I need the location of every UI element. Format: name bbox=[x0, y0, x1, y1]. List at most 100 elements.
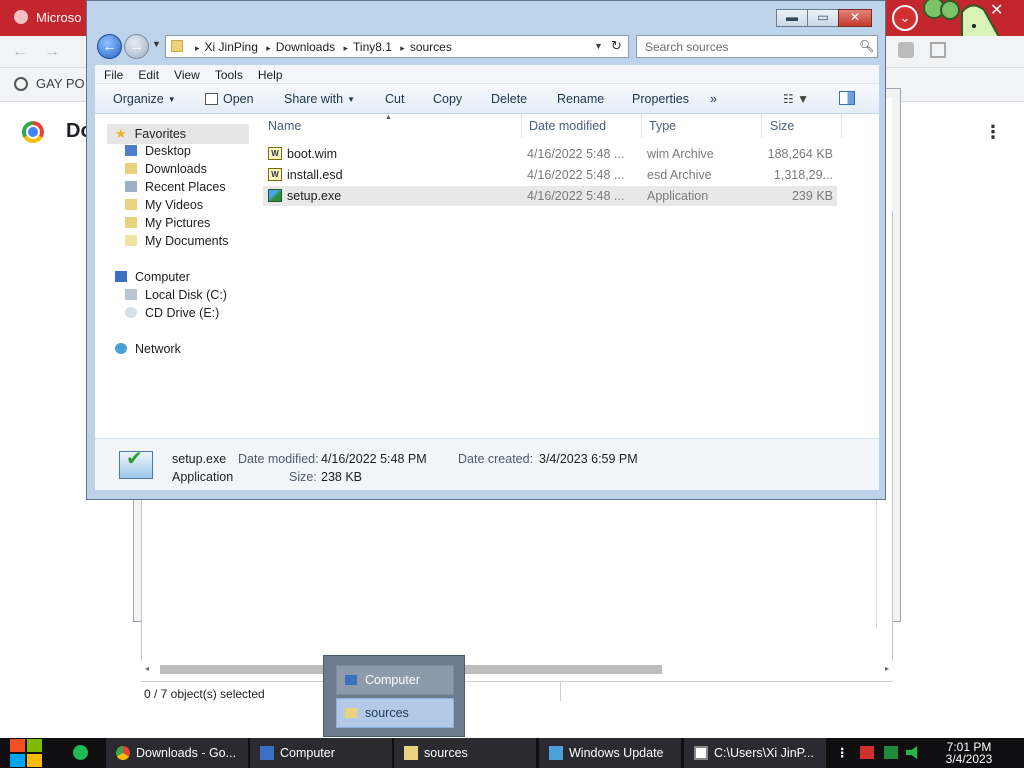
preview-pane-icon[interactable] bbox=[839, 91, 855, 105]
maximize-button[interactable]: ▭ bbox=[807, 9, 839, 27]
explorer-window[interactable]: ▬ ▭ ✕ ← → ▼ ▸ Xi JinPing ▸ Downloads ▸ Tiny8.… bbox=[86, 0, 886, 500]
minimize-button[interactable]: ▬ bbox=[776, 9, 808, 27]
chrome-back-button[interactable]: ← bbox=[12, 43, 28, 61]
menu-bar: File Edit View Tools Help bbox=[95, 65, 879, 84]
taskbar-item-label: Computer bbox=[280, 746, 335, 760]
network-icon[interactable] bbox=[884, 746, 898, 759]
bookmark-item[interactable]: GAY PO bbox=[14, 76, 85, 91]
status-text: 0 / 7 object(s) selected bbox=[144, 687, 265, 701]
menu-tools[interactable]: Tools bbox=[206, 65, 249, 82]
navigation-pane: ★ Favorites Desktop Downloads Recent Plac… bbox=[95, 114, 252, 438]
taskbar-item-chrome[interactable]: Downloads - Go... bbox=[106, 738, 248, 768]
column-header-type[interactable]: Type bbox=[649, 119, 676, 133]
taskbar-item-windows-update[interactable]: Windows Update bbox=[539, 738, 681, 768]
organize-button[interactable]: Organize ▼ bbox=[113, 92, 176, 106]
file-name: install.esd bbox=[287, 168, 343, 182]
column-header-date[interactable]: Date modified bbox=[529, 119, 606, 133]
menu-edit[interactable]: Edit bbox=[129, 65, 165, 82]
scroll-right-icon[interactable]: ▸ bbox=[885, 664, 889, 673]
taskbar-item-label: C:\Users\Xi JinP... bbox=[714, 746, 814, 760]
forward-arrow-icon: → bbox=[129, 38, 144, 54]
dropdown-caret-icon: ▼ bbox=[347, 95, 355, 104]
column-divider[interactable] bbox=[521, 114, 522, 138]
peek-item-sources[interactable]: sources bbox=[336, 698, 454, 728]
close-button[interactable]: ✕ bbox=[838, 9, 872, 27]
file-row[interactable]: W boot.wim 4/16/2022 5:48 ... wim Archiv… bbox=[263, 144, 837, 164]
chrome-forward-button[interactable]: → bbox=[44, 43, 60, 61]
scroll-left-icon[interactable]: ◂ bbox=[145, 664, 149, 673]
spotify-icon[interactable] bbox=[73, 745, 88, 760]
chrome-page-menu-button[interactable]: ⋮ bbox=[984, 122, 1002, 143]
file-row-selected[interactable]: setup.exe 4/16/2022 5:48 ... Application… bbox=[263, 186, 837, 206]
taskbar-clock[interactable]: 7:01 PM 3/4/2023 bbox=[940, 741, 998, 765]
sidebar-icon[interactable] bbox=[930, 42, 946, 58]
breadcrumb-item[interactable]: Xi JinPing bbox=[205, 40, 258, 54]
column-divider[interactable] bbox=[641, 114, 642, 138]
extensions-icon[interactable] bbox=[898, 42, 914, 58]
nav-label: Favorites bbox=[134, 127, 187, 141]
menu-view[interactable]: View bbox=[165, 65, 206, 82]
breadcrumb-separator[interactable]: ▸ bbox=[344, 43, 349, 53]
address-dropdown-icon[interactable]: ▼ bbox=[594, 41, 603, 51]
breadcrumb-separator[interactable]: ▸ bbox=[400, 43, 405, 53]
recent-locations-dropdown[interactable]: ▼ bbox=[152, 39, 161, 49]
search-input[interactable] bbox=[637, 36, 849, 57]
details-file-kind: Application bbox=[172, 470, 234, 484]
copy-button[interactable]: Copy bbox=[433, 92, 462, 106]
address-bar[interactable]: ▸ Xi JinPing ▸ Downloads ▸ Tiny8.1 ▸ sources… bbox=[165, 35, 629, 58]
menu-help[interactable]: Help bbox=[249, 65, 289, 82]
breadcrumb-item[interactable]: Tiny8.1 bbox=[353, 40, 392, 54]
nav-cd-drive[interactable]: CD Drive (E:) bbox=[125, 306, 219, 320]
delete-button[interactable]: Delete bbox=[491, 92, 527, 106]
nav-recent-places[interactable]: Recent Places bbox=[125, 180, 226, 194]
search-icon[interactable]: 🔍︎ bbox=[859, 39, 874, 53]
start-button[interactable] bbox=[10, 738, 44, 768]
nav-local-disk[interactable]: Local Disk (C:) bbox=[125, 288, 227, 302]
chevron-down-icon: ⌄ bbox=[899, 10, 911, 25]
properties-button[interactable]: Properties bbox=[632, 92, 689, 106]
breadcrumb-separator[interactable]: ▸ bbox=[195, 43, 200, 53]
back-button[interactable]: ← bbox=[97, 34, 122, 59]
breadcrumb-item[interactable]: sources bbox=[410, 40, 452, 54]
nav-my-documents[interactable]: My Documents bbox=[125, 234, 228, 248]
more-commands-button[interactable]: » bbox=[710, 92, 717, 106]
tray-overflow-button[interactable]: ⋮ bbox=[836, 738, 848, 768]
videos-folder-icon bbox=[125, 199, 137, 210]
column-header-size[interactable]: Size bbox=[770, 119, 794, 133]
sort-ascending-icon: ▲ bbox=[385, 114, 392, 121]
flag-icon[interactable] bbox=[860, 746, 874, 759]
file-list: ▲ Name Date modified Type Size W boot.wi… bbox=[263, 114, 879, 438]
chrome-tab[interactable]: Microso bbox=[10, 4, 90, 32]
nav-my-videos[interactable]: My Videos bbox=[125, 198, 203, 212]
volume-icon[interactable] bbox=[906, 746, 918, 759]
search-box[interactable]: 🔍︎ bbox=[636, 35, 878, 58]
file-row[interactable]: W install.esd 4/16/2022 5:48 ... esd Arc… bbox=[263, 165, 837, 185]
rename-button[interactable]: Rename bbox=[557, 92, 604, 106]
nav-my-pictures[interactable]: My Pictures bbox=[125, 216, 210, 230]
nav-desktop[interactable]: Desktop bbox=[125, 144, 191, 158]
taskbar-item-computer[interactable]: Computer bbox=[250, 738, 392, 768]
open-button[interactable]: Open bbox=[205, 92, 254, 106]
forward-button[interactable]: → bbox=[124, 34, 149, 59]
cut-button[interactable]: Cut bbox=[385, 92, 404, 106]
refresh-icon[interactable]: ↻ bbox=[611, 38, 622, 54]
nav-computer[interactable]: Computer bbox=[115, 270, 190, 284]
share-with-button[interactable]: Share with ▼ bbox=[284, 92, 355, 106]
taskbar-item-sources[interactable]: sources bbox=[394, 738, 536, 768]
column-header-name[interactable]: Name bbox=[268, 119, 301, 133]
breadcrumb-separator[interactable]: ▸ bbox=[266, 43, 271, 53]
nav-network[interactable]: Network bbox=[115, 342, 181, 356]
taskbar-item-7zip[interactable]: C:\Users\Xi JinP... bbox=[684, 738, 826, 768]
nav-label: Desktop bbox=[145, 144, 191, 158]
details-created-value: 3/4/2023 6:59 PM bbox=[539, 452, 638, 466]
column-divider[interactable] bbox=[841, 114, 842, 138]
change-view-icon[interactable]: ☷ ▼ bbox=[783, 92, 809, 106]
menu-file[interactable]: File bbox=[95, 65, 129, 82]
nav-favorites[interactable]: ★ Favorites bbox=[107, 124, 249, 144]
explorer-body: ★ Favorites Desktop Downloads Recent Plac… bbox=[95, 114, 879, 438]
breadcrumb-item[interactable]: Downloads bbox=[276, 40, 335, 54]
peek-item-computer[interactable]: Computer bbox=[336, 665, 454, 695]
nav-downloads[interactable]: Downloads bbox=[125, 162, 207, 176]
column-divider[interactable] bbox=[761, 114, 762, 138]
windows-update-icon bbox=[549, 746, 563, 760]
